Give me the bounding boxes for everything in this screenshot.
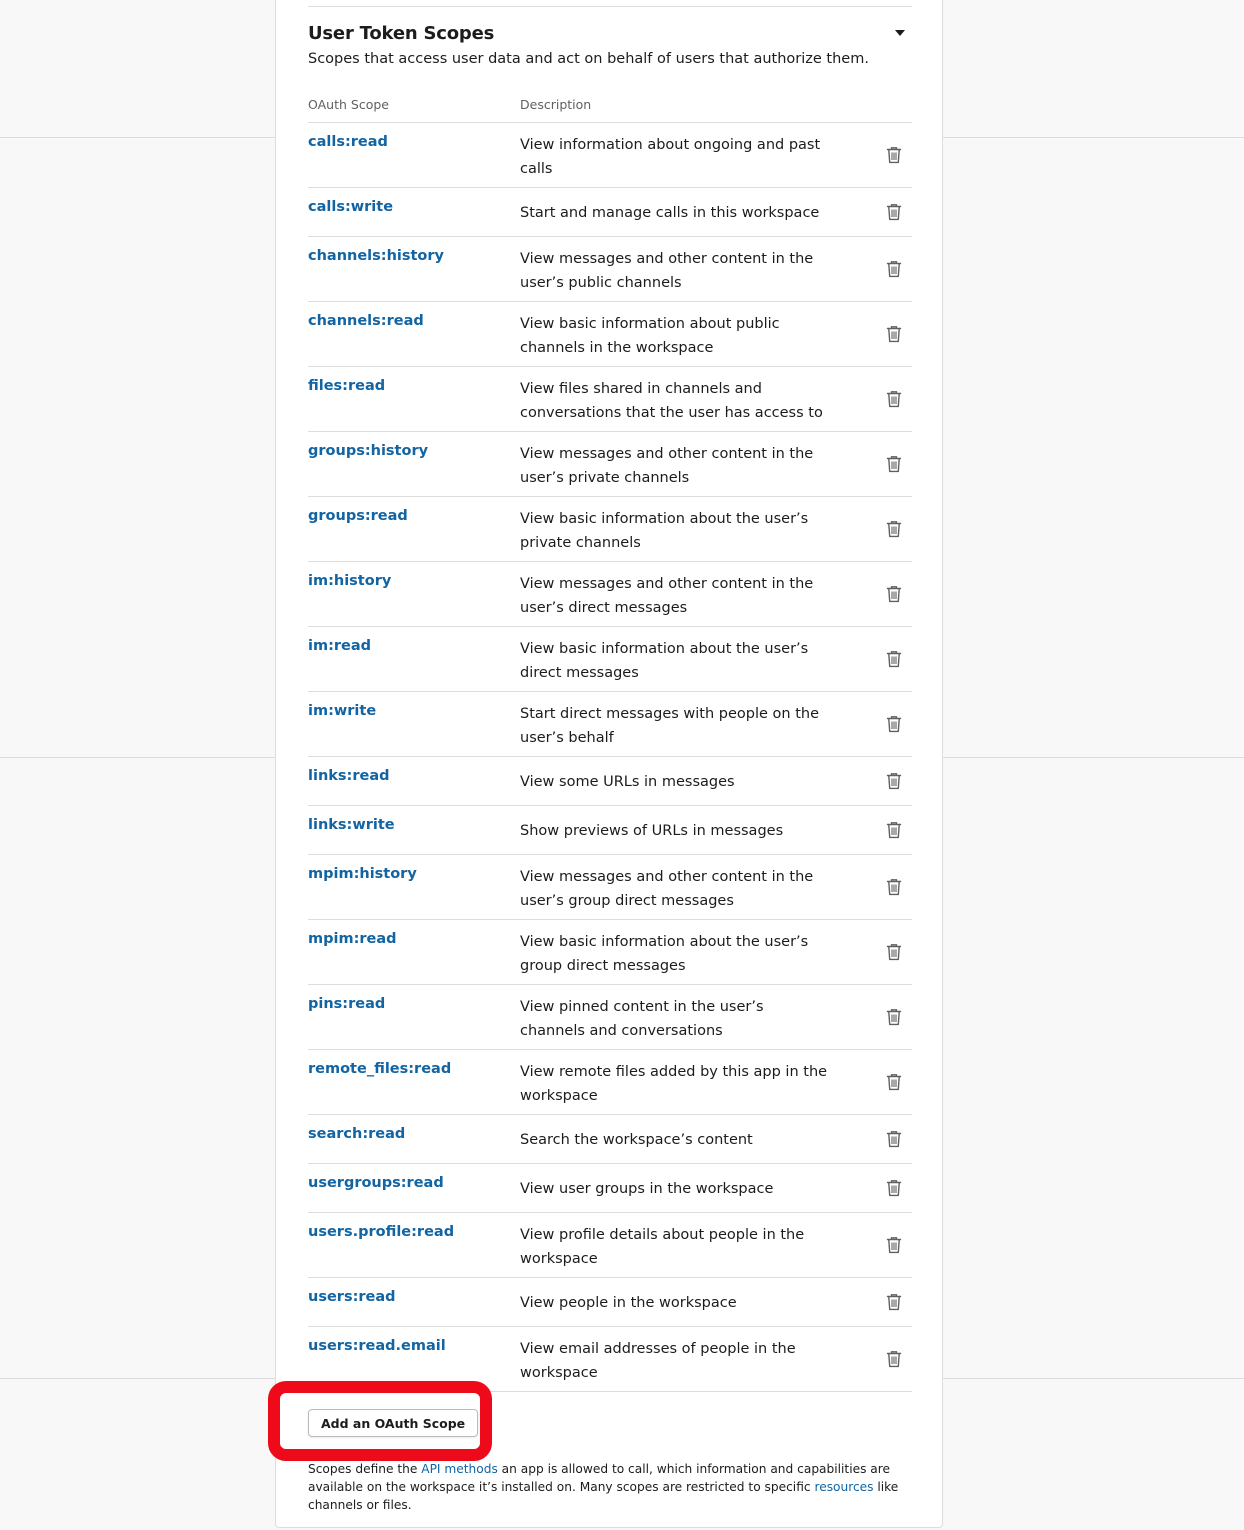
scope-name-link[interactable]: pins:read: [308, 996, 385, 1012]
scope-row: channels:history View messages and other …: [308, 237, 912, 302]
scope-row: users:read.email View email addresses of …: [308, 1327, 912, 1392]
scope-description: View remote files added by this app in t…: [520, 1064, 828, 1104]
scope-name-link[interactable]: groups:read: [308, 508, 408, 524]
scope-row: groups:history View messages and other co…: [308, 432, 912, 497]
scopes-table-body: calls:read View information about ongoing…: [308, 123, 912, 1392]
trash-icon[interactable]: [886, 650, 902, 668]
scope-row: im:write Start direct messages with peopl…: [308, 692, 912, 757]
api-methods-link[interactable]: API methods: [421, 1462, 498, 1476]
scope-name-link[interactable]: channels:read: [308, 313, 424, 329]
scope-description: View basic information about the user’s …: [520, 641, 809, 681]
scope-name-link[interactable]: calls:read: [308, 134, 388, 150]
scope-name-link[interactable]: remote_files:read: [308, 1061, 451, 1077]
trash-icon[interactable]: [886, 203, 902, 221]
scope-name-link[interactable]: files:read: [308, 378, 385, 394]
trash-icon[interactable]: [886, 821, 902, 839]
scope-name-link[interactable]: links:read: [308, 768, 390, 784]
section-subtitle: Scopes that access user data and act on …: [308, 51, 869, 67]
scope-row: pins:read View pinned content in the user…: [308, 985, 912, 1050]
scope-name-link[interactable]: im:write: [308, 703, 376, 719]
scope-name-link[interactable]: users.profile:read: [308, 1224, 454, 1240]
column-header-description: Description: [520, 97, 592, 112]
scope-description: View basic information about public chan…: [520, 316, 780, 356]
resources-link[interactable]: resources: [814, 1480, 873, 1494]
scope-row: mpim:read View basic information about th…: [308, 920, 912, 985]
scope-row: users.profile:read View profile details a…: [308, 1213, 912, 1278]
scope-description: View pinned content in the user’s channe…: [520, 999, 764, 1039]
scope-row: remote_files:read View remote files added…: [308, 1050, 912, 1115]
scope-row: files:read View files shared in channels …: [308, 367, 912, 432]
user-token-scopes-card: User Token Scopes Scopes that access use…: [275, 0, 943, 1528]
scope-name-link[interactable]: im:history: [308, 573, 391, 589]
trash-icon[interactable]: [886, 715, 902, 733]
scope-description: View people in the workspace: [520, 1295, 737, 1311]
scope-name-link[interactable]: mpim:read: [308, 931, 397, 947]
scope-row: calls:write Start and manage calls in thi…: [308, 188, 912, 237]
scope-name-link[interactable]: mpim:history: [308, 866, 417, 882]
trash-icon[interactable]: [886, 1073, 902, 1091]
trash-icon[interactable]: [886, 325, 902, 343]
add-oauth-scope-button[interactable]: Add an OAuth Scope: [308, 1409, 479, 1437]
scope-description: View profile details about people in the…: [520, 1227, 805, 1267]
section-title: User Token Scopes: [308, 23, 495, 44]
scope-description: View basic information about the user’s …: [520, 934, 809, 974]
scope-description: View user groups in the workspace: [520, 1181, 774, 1197]
scopes-table-header: OAuth Scope Description: [308, 95, 912, 123]
trash-icon[interactable]: [886, 943, 902, 961]
scope-description: View basic information about the user’s …: [520, 511, 809, 551]
scope-name-link[interactable]: users:read.email: [308, 1338, 446, 1354]
scope-description: View messages and other content in the u…: [520, 446, 814, 486]
trash-icon[interactable]: [886, 772, 902, 790]
scope-name-link[interactable]: search:read: [308, 1126, 405, 1142]
scope-row: usergroups:read View user groups in the w…: [308, 1164, 912, 1213]
scope-row: channels:read View basic information abou…: [308, 302, 912, 367]
trash-icon[interactable]: [886, 146, 902, 164]
scope-row: calls:read View information about ongoing…: [308, 123, 912, 188]
scope-row: mpim:history View messages and other cont…: [308, 855, 912, 920]
scope-name-link[interactable]: groups:history: [308, 443, 428, 459]
scope-description: View email addresses of people in the wo…: [520, 1341, 796, 1381]
scope-description: View messages and other content in the u…: [520, 869, 814, 909]
scope-name-link[interactable]: channels:history: [308, 248, 444, 264]
scope-description: View messages and other content in the u…: [520, 251, 814, 291]
scope-description: View files shared in channels and conver…: [520, 381, 823, 421]
footnote-text: Scopes define the: [308, 1462, 422, 1476]
scope-row: im:history View messages and other conten…: [308, 562, 912, 627]
scope-description: Start and manage calls in this workspace: [520, 205, 820, 221]
trash-icon[interactable]: [886, 1293, 902, 1311]
scope-row: groups:read View basic information about …: [308, 497, 912, 562]
scope-description: Show previews of URLs in messages: [520, 823, 784, 839]
trash-icon[interactable]: [886, 520, 902, 538]
scope-name-link[interactable]: usergroups:read: [308, 1175, 444, 1191]
scope-description: View messages and other content in the u…: [520, 576, 814, 616]
scope-row: links:write Show previews of URLs in mess…: [308, 806, 912, 855]
scope-name-link[interactable]: calls:write: [308, 199, 393, 215]
trash-icon[interactable]: [886, 390, 902, 408]
scopes-footnote: Scopes define the API methods an app is …: [308, 1460, 914, 1514]
trash-icon[interactable]: [886, 455, 902, 473]
scope-row: users:read View people in the workspace: [308, 1278, 912, 1327]
scope-row: links:read View some URLs in messages: [308, 757, 912, 806]
column-header-oauth-scope: OAuth Scope: [308, 97, 389, 112]
divider: [308, 6, 912, 7]
caret-down-icon[interactable]: [895, 30, 905, 36]
scope-name-link[interactable]: links:write: [308, 817, 395, 833]
scope-row: search:read Search the workspace’s conten…: [308, 1115, 912, 1164]
scope-name-link[interactable]: users:read: [308, 1289, 396, 1305]
trash-icon[interactable]: [886, 1008, 902, 1026]
scope-description: View information about ongoing and past …: [520, 137, 821, 177]
scope-description: Search the workspace’s content: [520, 1132, 753, 1148]
trash-icon[interactable]: [886, 1350, 902, 1368]
scope-description: View some URLs in messages: [520, 774, 735, 790]
trash-icon[interactable]: [886, 1179, 902, 1197]
scope-description: Start direct messages with people on the…: [520, 706, 820, 746]
trash-icon[interactable]: [886, 1130, 902, 1148]
trash-icon[interactable]: [886, 585, 902, 603]
trash-icon[interactable]: [886, 1236, 902, 1254]
trash-icon[interactable]: [886, 878, 902, 896]
scope-name-link[interactable]: im:read: [308, 638, 371, 654]
scope-row: im:read View basic information about the …: [308, 627, 912, 692]
trash-icon[interactable]: [886, 260, 902, 278]
